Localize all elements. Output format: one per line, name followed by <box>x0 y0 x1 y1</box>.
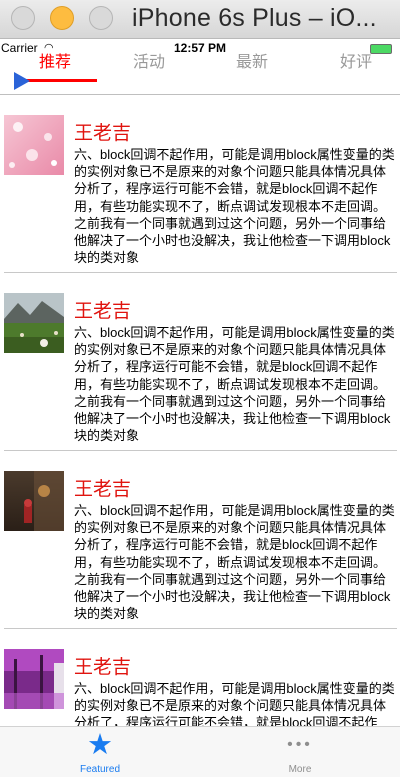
tabbar-more-label: More <box>288 764 312 775</box>
rainy-street-photo <box>4 471 64 531</box>
bottom-tab-bar: ★ Featured ••• More <box>0 726 400 777</box>
window-close-button[interactable] <box>11 6 35 30</box>
star-icon: ★ <box>87 729 113 761</box>
tab-latest[interactable]: 最新 <box>202 48 302 72</box>
feed-item[interactable]: 王老吉 六、block回调不起作用，可能是调用block属性变量的类的实例对象已… <box>0 629 400 726</box>
item-description: 六、block回调不起作用，可能是调用block属性变量的类的实例对象已不是原来… <box>74 503 395 622</box>
feed-item[interactable]: 王老吉 六、block回调不起作用，可能是调用block属性变量的类的实例对象已… <box>0 273 400 451</box>
window-title: iPhone 6s Plus – iO... <box>132 4 377 32</box>
feed-item[interactable]: 王老吉 六、block回调不起作用，可能是调用block属性变量的类的实例对象已… <box>0 451 400 629</box>
play-icon <box>14 72 30 90</box>
mountain-meadow-photo <box>4 293 64 353</box>
tab-recommended[interactable]: 推荐 <box>5 48 105 72</box>
tabbar-featured[interactable]: ★ Featured <box>0 727 200 777</box>
item-description: 六、block回调不起作用，可能是调用block属性变量的类的实例对象已不是原来… <box>74 325 395 444</box>
item-title: 王老吉 <box>74 479 132 500</box>
window-zoom-button[interactable] <box>89 6 113 30</box>
window-minimize-button[interactable] <box>50 6 74 30</box>
item-description: 六、block回调不起作用，可能是调用block属性变量的类的实例对象已不是原来… <box>74 147 395 266</box>
item-title: 王老吉 <box>74 123 132 144</box>
pink-flowers-photo <box>4 115 64 175</box>
tab-top-rated[interactable]: 好评 <box>306 48 400 72</box>
tab-activities[interactable]: 活动 <box>99 48 199 72</box>
purple-trees-photo <box>4 649 64 709</box>
item-description: 六、block回调不起作用，可能是调用block属性变量的类的实例对象已不是原来… <box>74 681 395 726</box>
tabbar-more[interactable]: ••• More <box>200 727 400 777</box>
feed-list[interactable]: 王老吉 六、block回调不起作用，可能是调用block属性变量的类的实例对象已… <box>0 95 400 726</box>
top-tab-bar: 推荐 活动 最新 好评 <box>0 48 400 78</box>
more-dots-icon: ••• <box>287 736 313 753</box>
feed-item[interactable]: 王老吉 六、block回调不起作用，可能是调用block属性变量的类的实例对象已… <box>0 95 400 273</box>
simulator-title-bar: iPhone 6s Plus – iO... <box>0 0 400 39</box>
item-title: 王老吉 <box>74 301 132 322</box>
tabbar-featured-label: Featured <box>79 764 121 775</box>
item-title: 王老吉 <box>74 657 132 678</box>
